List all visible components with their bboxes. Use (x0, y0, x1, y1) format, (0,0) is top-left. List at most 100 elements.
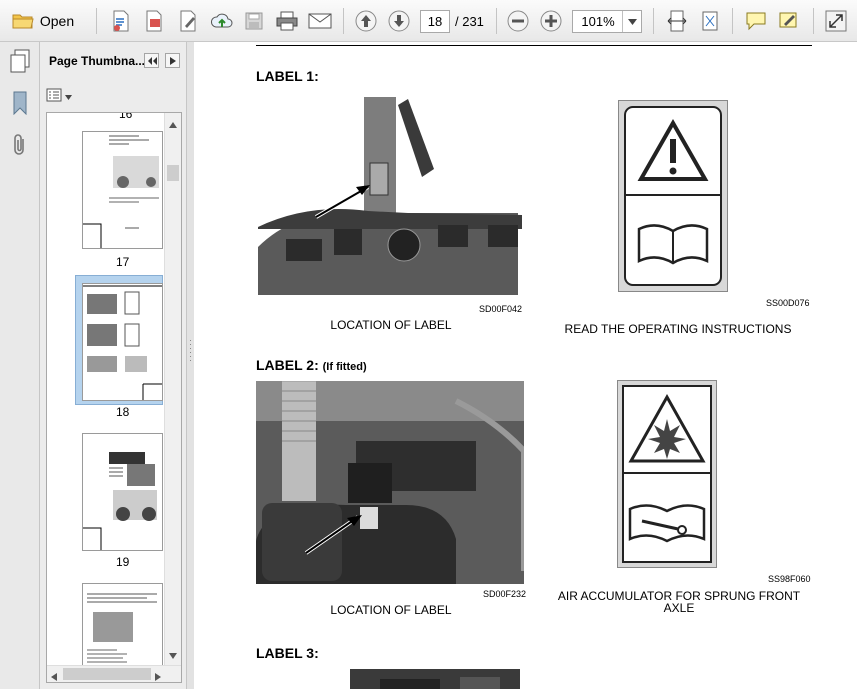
export-pdf-button[interactable] (141, 9, 167, 33)
label1-warning-placard (618, 100, 728, 292)
thumbnail-preview (83, 285, 162, 400)
thumbnail-list[interactable]: 16 17 18 19 (46, 112, 182, 683)
label3-heading: LABEL 3: (256, 645, 319, 661)
thumbnail-page-19[interactable] (82, 433, 163, 551)
label2-placard-caption-line: AXLE (663, 601, 695, 615)
label2-heading: LABEL 2: (If fitted) (256, 357, 367, 373)
zoom-in-button[interactable] (538, 9, 564, 33)
panel-header: Page Thumbna... (40, 42, 187, 80)
previous-page-button[interactable] (353, 9, 379, 33)
splitter-grip (190, 356, 191, 357)
zoom-select[interactable] (572, 10, 642, 33)
label2-placard-code: SS98F060 (768, 574, 811, 584)
options-icon (46, 88, 62, 105)
scroll-up-icon[interactable] (169, 117, 177, 131)
thumbnail-vertical-scrollbar[interactable] (164, 113, 181, 666)
label1-location-photo (258, 97, 522, 295)
page-count: / 231 (455, 14, 484, 29)
page-thumbnails-tab[interactable] (8, 49, 32, 76)
scroll-thumb[interactable] (63, 668, 151, 680)
fit-page-icon (700, 10, 720, 32)
thumbnail-label: 16 (119, 112, 133, 121)
zoom-out-button[interactable] (505, 9, 531, 33)
main-toolbar: Open / 231 (0, 0, 857, 42)
fit-page-button[interactable] (697, 9, 723, 33)
expand-button[interactable] (822, 9, 850, 33)
splitter-grip (190, 340, 191, 341)
thumbnail-horizontal-scrollbar[interactable] (47, 665, 181, 682)
panel-splitter[interactable] (187, 42, 194, 689)
page-up-icon (355, 10, 377, 32)
collapse-panel-button[interactable] (144, 53, 159, 68)
zoom-in-icon (540, 10, 562, 32)
email-icon (308, 12, 332, 30)
page-number-input[interactable] (420, 10, 450, 33)
comment-icon (745, 11, 767, 31)
next-page-button[interactable] (386, 9, 412, 33)
toolbar-separator (813, 8, 814, 34)
scroll-left-icon[interactable] (51, 670, 57, 682)
thumbnail-page-18[interactable] (82, 283, 163, 401)
label1-photo-code: SD00F042 (479, 304, 523, 314)
attachment-icon (11, 133, 29, 160)
toolbar-separator (732, 8, 733, 34)
print-icon (275, 11, 299, 31)
sign-icon (178, 10, 198, 32)
label2-warning-placard (617, 380, 717, 568)
bookmarks-tab[interactable] (8, 91, 32, 118)
label2-placard-caption: AIR ACCUMULATOR FOR SPRUNG FRONT AXLE (544, 590, 814, 614)
attachments-tab[interactable] (8, 133, 32, 160)
upload-button[interactable] (208, 9, 236, 33)
thumbnail-page-17[interactable] (82, 131, 163, 249)
create-pdf-icon (111, 10, 131, 32)
edit-button[interactable] (175, 9, 201, 33)
scroll-thumb[interactable] (167, 165, 179, 181)
thumbnail-preview (83, 135, 159, 248)
upload-icon (210, 11, 234, 31)
toolbar-separator (653, 8, 654, 34)
label2-note: (If fitted) (322, 361, 367, 373)
scroll-right-icon[interactable] (155, 670, 161, 682)
toolbar-separator (496, 8, 497, 34)
toolbar-separator (96, 8, 97, 34)
document-view[interactable]: LABEL 1: SD00F042 LOCATION OF LABEL SS00… (194, 42, 857, 689)
sign-pen-icon (778, 11, 800, 31)
email-button[interactable] (306, 9, 334, 33)
chevron-down-icon[interactable] (622, 11, 641, 32)
label2-photo-code: SD00F232 (483, 589, 527, 599)
label1-photo-caption: LOCATION OF LABEL (330, 318, 452, 332)
chevron-double-left-icon (147, 54, 157, 68)
zoom-input[interactable] (573, 11, 623, 32)
thumbnail-options-button[interactable] (46, 88, 74, 104)
chevron-right-icon (169, 54, 176, 68)
splitter-grip (190, 344, 191, 345)
print-button[interactable] (273, 9, 301, 33)
label1-placard-code: SS00D076 (766, 298, 810, 308)
thumbnail-label: 19 (116, 555, 130, 569)
zoom-out-icon (507, 10, 529, 32)
panel-menu-button[interactable] (165, 53, 180, 68)
label1-heading: LABEL 1: (256, 68, 319, 84)
pages-icon (9, 49, 31, 76)
create-pdf-button[interactable] (108, 9, 134, 33)
comment-button[interactable] (743, 9, 769, 33)
folder-icon (12, 12, 34, 30)
expand-icon (825, 10, 847, 32)
page-down-icon (388, 10, 410, 32)
thumbnail-preview (83, 452, 157, 550)
bookmark-icon (11, 91, 29, 118)
thumbnail-label: 17 (116, 255, 130, 269)
label2-title: LABEL 2: (256, 357, 319, 373)
sign-button[interactable] (776, 9, 802, 33)
open-button[interactable]: Open (6, 9, 80, 33)
navigation-strip (0, 42, 40, 689)
fit-width-button[interactable] (664, 9, 690, 33)
splitter-grip (190, 348, 191, 349)
splitter-grip (190, 352, 191, 353)
toolbar-separator (343, 8, 344, 34)
header-rule (256, 45, 812, 46)
save-button[interactable] (242, 9, 266, 33)
label2-location-photo (256, 381, 524, 584)
thumbnail-label: 18 (116, 405, 130, 419)
scroll-down-icon[interactable] (169, 648, 177, 662)
